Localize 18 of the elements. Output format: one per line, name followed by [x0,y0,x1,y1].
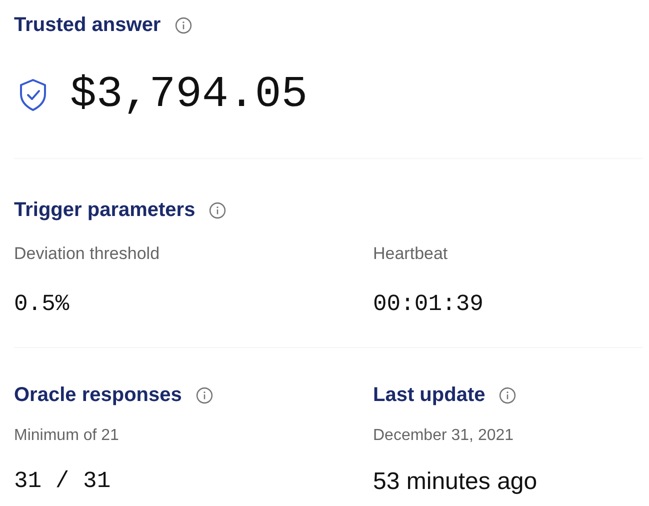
section-title: Oracle responses [14,383,182,408]
answer-value: $3,794.05 [70,69,308,122]
info-icon[interactable] [499,386,516,404]
section-title: Last update [373,383,486,408]
section-title: Trigger parameters [14,198,196,223]
info-icon[interactable] [174,16,192,34]
parameter-value: 00:01:39 [373,290,484,318]
stat-value: 31 / 31 [14,467,112,496]
info-icon[interactable] [209,202,226,218]
stat-subtitle: Minimum of 21 [14,426,120,446]
shield-check-icon [18,78,48,112]
stat-value: 53 minutes ago [373,467,538,497]
parameter-label: Deviation threshold [14,243,161,265]
info-icon[interactable] [196,386,213,404]
parameter-label: Heartbeat [373,243,449,265]
section-title: Trusted answer [14,13,161,38]
stat-subtitle: December 31, 2021 [373,426,515,446]
parameter-value: 0.5% [14,290,70,318]
